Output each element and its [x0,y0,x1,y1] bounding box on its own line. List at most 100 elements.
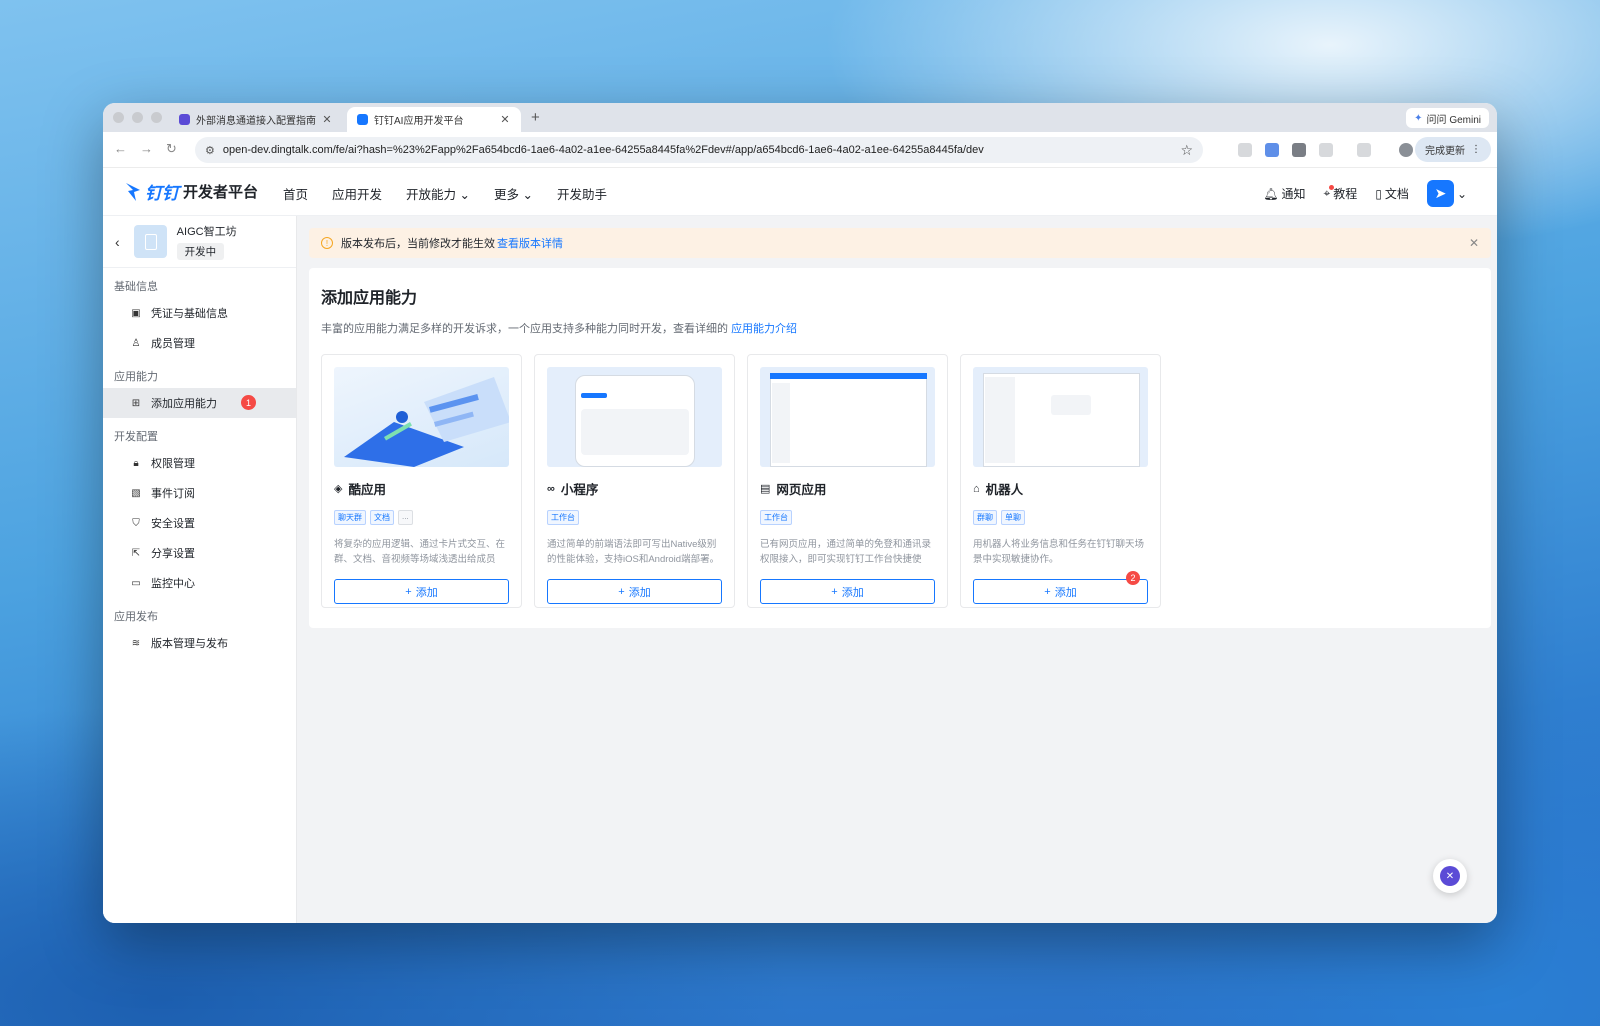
minimize-window-button[interactable] [132,112,143,123]
ability-intro-link[interactable]: 应用能力介绍 [731,323,797,335]
plus-icon: + [405,585,412,598]
chevron-down-icon: ⌄ [1456,186,1467,201]
layers-icon: ≋ [131,637,141,649]
puzzle-extension-icon[interactable] [1319,143,1333,157]
user-menu[interactable]: ➤ ⌄ [1426,180,1467,207]
browser-tab-active[interactable]: 钉钉AI应用开发平台 ✕ [347,107,521,132]
nav-dev-assistant[interactable]: 开发助手 [557,184,607,203]
sidebar-item-label: 添加应用能力 [151,398,217,410]
close-tab-icon[interactable]: ✕ [321,113,333,126]
card-robot: ⌂ 机器人 群聊 单聊 用机器人将业务信息和任务在钉钉聊天场景中实现敏捷协作。 +… [960,354,1161,608]
card-title: ▤ 网页应用 [760,479,935,498]
site-settings-icon[interactable]: ⚙ [205,144,215,157]
add-label: 添加 [628,586,651,599]
profile-avatar-icon[interactable] [1399,143,1413,157]
nav-open-ability[interactable]: 开放能力 ⌄ [406,184,470,203]
plus-icon: + [831,585,838,598]
shield-icon: ⛉ [132,517,140,529]
sidebar-item-label: 成员管理 [151,338,195,350]
update-button[interactable]: 完成更新 ⋮ [1415,137,1491,162]
close-window-button[interactable] [113,112,124,123]
sidebar-item-label: 安全设置 [151,518,195,530]
card-title-text: 机器人 [985,483,1024,497]
browser-mockup [770,373,927,467]
translate-extension-icon[interactable] [1265,143,1279,157]
add-robot-button[interactable]: + 添加 [973,579,1148,604]
cool-app-preview [334,367,509,467]
card-description: 用机器人将业务信息和任务在钉钉聊天场景中实现敏捷协作。 [973,539,1145,565]
phone-header-bar [581,393,607,398]
nav-app-dev[interactable]: 应用开发 [332,184,382,203]
nav-open-ability-label: 开放能力 [406,188,457,202]
phone-content-block [581,409,689,455]
sidebar-item-label: 权限管理 [151,458,195,470]
cast-icon[interactable] [1357,143,1371,157]
sidebar-item-versions[interactable]: ≋ 版本管理与发布 [103,628,296,658]
back-chevron-icon[interactable]: ‹ [115,234,120,250]
app-name: AIGC智工坊 [176,226,237,238]
gemini-button[interactable]: ✦ 问问 Gemini [1406,108,1489,128]
platform-logo[interactable]: 钉钉 开发者平台 [125,179,258,204]
close-icon[interactable]: ✕ [1469,236,1479,250]
dingtalk-logo-icon [126,182,140,201]
back-arrow-icon[interactable]: ← [114,141,127,156]
tag: 单聊 [1001,510,1025,525]
url-text: open-dev.dingtalk.com/fe/ai?hash=%23%2Fa… [222,144,984,156]
dingtalk-favicon-icon [357,114,368,125]
add-mini-program-button[interactable]: + 添加 [547,579,722,604]
link-icon: ∞ [547,482,555,495]
nav-more[interactable]: 更多 ⌄ [494,184,533,203]
notify-link[interactable]: 🔔︎ 通知 [1263,185,1305,202]
browser-mockup-sidebar [772,383,790,463]
close-tab-icon[interactable]: ✕ [499,113,511,126]
new-tab-button[interactable]: + [531,109,540,126]
gemini-label: 问问 Gemini [1426,114,1481,126]
docs-label: 文档 [1384,187,1409,201]
lock-icon: 🔒︎ [133,457,139,469]
share-icon: ⇱ [131,547,141,559]
add-label: 添加 [1054,586,1077,599]
card-web-app: ▤ 网页应用 工作台 已有网页应用，通过简单的免登和通讯录权限接入，即可实现钉钉工… [747,354,948,608]
card-title-text: 网页应用 [776,483,827,497]
url-bar[interactable]: ⚙ open-dev.dingtalk.com/fe/ai?hash=%23%2… [195,137,1203,163]
reload-icon[interactable]: ↻ [166,141,177,157]
step-badge: 1 [241,395,256,410]
browser-tab-guide[interactable]: 外部消息通道接入配置指南 ✕ [169,107,343,132]
sidebar-item-label: 监控中心 [151,578,195,590]
sidebar-item-monitor[interactable]: ▭ 监控中心 [103,568,296,598]
sidebar-item-security[interactable]: ⛉ 安全设置 [103,508,296,538]
sidebar-item-share[interactable]: ⇱ 分享设置 [103,538,296,568]
notice-text: 版本发布后，当前修改才能生效 [341,238,495,250]
sidebar-item-credentials[interactable]: ▣ 凭证与基础信息 [103,298,296,328]
tutorial-link[interactable]: ⌖ 教程 [1324,185,1358,202]
docs-link[interactable]: ▯ 文档 [1375,185,1409,202]
nav-home[interactable]: 首页 [283,184,308,203]
forward-arrow-icon[interactable]: → [140,141,153,156]
camera-extension-icon[interactable] [1238,143,1252,157]
version-notice: ! 版本发布后，当前修改才能生效 查看版本详情 ✕ [309,228,1491,258]
reader-extension-icon[interactable] [1292,143,1306,157]
platform-text: 开发者平台 [183,184,259,201]
sidebar-item-events[interactable]: ▧ 事件订阅 [103,478,296,508]
sidebar-item-label: 凭证与基础信息 [151,308,228,320]
notify-label: 通知 [1281,187,1306,201]
sidebar-item-members[interactable]: ♙ 成员管理 [103,328,296,358]
add-cool-app-button[interactable]: + 添加 [334,579,509,604]
card-tags: 群聊 单聊 [973,510,1148,525]
add-web-app-button[interactable]: + 添加 [760,579,935,604]
browser-window: 外部消息通道接入配置指南 ✕ 钉钉AI应用开发平台 ✕ + ✦ 问问 Gemin… [103,103,1497,923]
robot-icon: ⌂ [973,482,980,495]
brand-text: 钉钉 [145,184,179,203]
sidebar-item-permissions[interactable]: 🔒︎ 权限管理 [103,448,296,478]
header-actions: 🔔︎ 通知 ⌖ 教程 ▯ 文档 ➤ ⌄ [1263,180,1467,207]
zoom-window-button[interactable] [151,112,162,123]
description-text: 丰富的应用能力满足多样的开发诉求，一个应用支持多种能力同时开发，查看详细的 [321,323,728,335]
assistant-float-button[interactable]: ✕ [1433,859,1467,893]
bookmark-star-icon[interactable]: ☆ [1180,142,1193,159]
web-app-preview [760,367,935,467]
cool-app-icon: ◈ [334,483,343,495]
sidebar-item-add-ability[interactable]: ⊞ 添加应用能力 1 [103,388,296,418]
tutorial-label: 教程 [1333,187,1358,201]
view-version-link[interactable]: 查看版本详情 [497,235,563,251]
card-mini-program: ∞ 小程序 工作台 通过简单的前端语法即可写出Native级别的性能体验，支持iO… [534,354,735,608]
